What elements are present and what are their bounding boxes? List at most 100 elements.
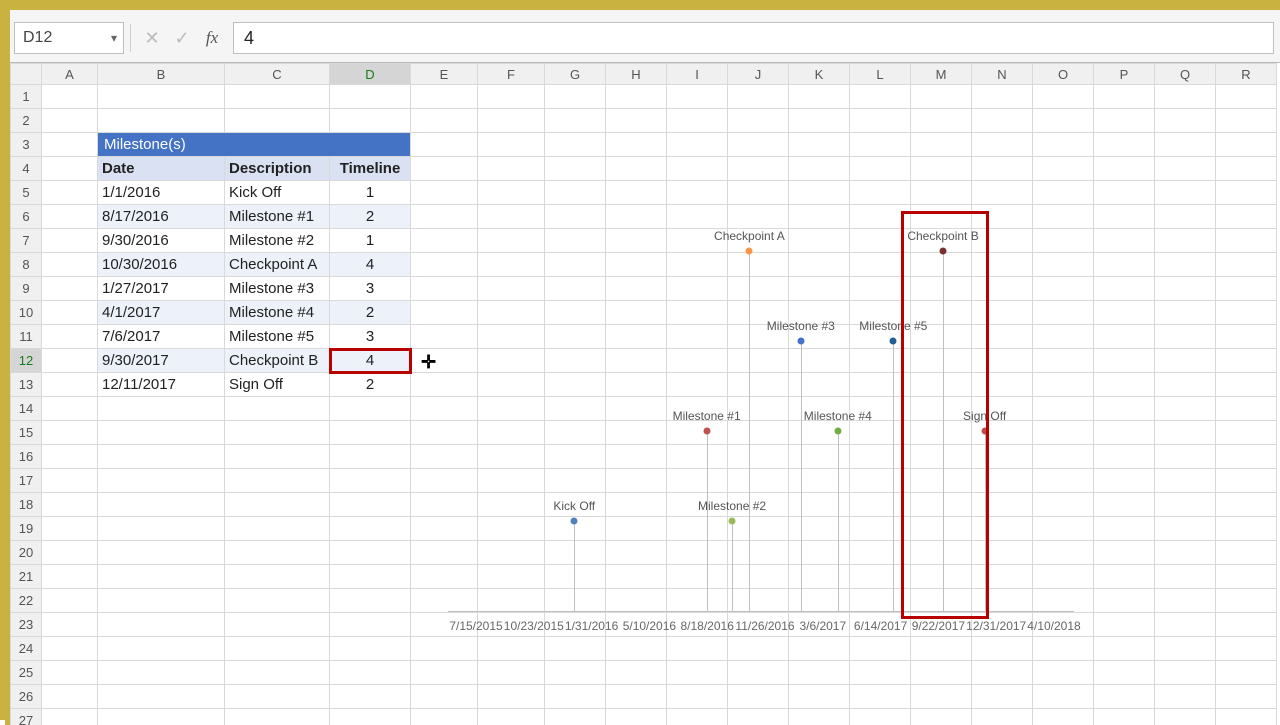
confirm-icon[interactable]: ✓	[167, 23, 197, 53]
cell-H27[interactable]	[606, 709, 667, 725]
cell-A15[interactable]	[42, 421, 98, 445]
cell-R17[interactable]	[1216, 469, 1277, 493]
cell-P17[interactable]	[1094, 469, 1155, 493]
cell-G4[interactable]	[545, 157, 606, 181]
cell-K2[interactable]	[789, 109, 850, 133]
cell-D2[interactable]	[330, 109, 411, 133]
col-head-R[interactable]: R	[1216, 64, 1277, 85]
cell-C12[interactable]: Checkpoint B	[225, 349, 330, 373]
data-point[interactable]	[981, 428, 988, 435]
cell-A5[interactable]	[42, 181, 98, 205]
cell-P10[interactable]	[1094, 301, 1155, 325]
cell-F5[interactable]	[478, 181, 545, 205]
cell-Q13[interactable]	[1155, 373, 1216, 397]
row-head-11[interactable]: 11	[11, 325, 42, 349]
cell-Q16[interactable]	[1155, 445, 1216, 469]
cell-A26[interactable]	[42, 685, 98, 709]
cell-P5[interactable]	[1094, 181, 1155, 205]
row-head-25[interactable]: 25	[11, 661, 42, 685]
col-head-E[interactable]: E	[411, 64, 478, 85]
cell-R13[interactable]	[1216, 373, 1277, 397]
row-head-16[interactable]: 16	[11, 445, 42, 469]
cell-D14[interactable]	[330, 397, 411, 421]
cell-P25[interactable]	[1094, 661, 1155, 685]
cell-P12[interactable]	[1094, 349, 1155, 373]
cell-Q1[interactable]	[1155, 85, 1216, 109]
cell-C15[interactable]	[225, 421, 330, 445]
cell-Q20[interactable]	[1155, 541, 1216, 565]
cell-R27[interactable]	[1216, 709, 1277, 725]
cell-I1[interactable]	[667, 85, 728, 109]
cell-P22[interactable]	[1094, 589, 1155, 613]
cell-Q8[interactable]	[1155, 253, 1216, 277]
cell-C25[interactable]	[225, 661, 330, 685]
cell-B12[interactable]: 9/30/2017	[98, 349, 225, 373]
cell-B14[interactable]	[98, 397, 225, 421]
cancel-icon[interactable]: ✕	[137, 23, 167, 53]
name-box[interactable]: D12 ▾	[14, 22, 124, 54]
cell-Q10[interactable]	[1155, 301, 1216, 325]
cell-Q25[interactable]	[1155, 661, 1216, 685]
cell-Q3[interactable]	[1155, 133, 1216, 157]
col-head-M[interactable]: M	[911, 64, 972, 85]
cell-Q23[interactable]	[1155, 613, 1216, 637]
cell-Q18[interactable]	[1155, 493, 1216, 517]
cell-D12[interactable]: 4	[330, 349, 411, 373]
cell-C7[interactable]: Milestone #2	[225, 229, 330, 253]
cell-M5[interactable]	[911, 181, 972, 205]
cell-A14[interactable]	[42, 397, 98, 421]
row-head-1[interactable]: 1	[11, 85, 42, 109]
cell-J1[interactable]	[728, 85, 789, 109]
cell-R6[interactable]	[1216, 205, 1277, 229]
cell-L25[interactable]	[850, 661, 911, 685]
cell-A21[interactable]	[42, 565, 98, 589]
cell-B1[interactable]	[98, 85, 225, 109]
cell-B25[interactable]	[98, 661, 225, 685]
cell-D16[interactable]	[330, 445, 411, 469]
data-point[interactable]	[834, 428, 841, 435]
cell-P24[interactable]	[1094, 637, 1155, 661]
row-head-6[interactable]: 6	[11, 205, 42, 229]
row-head-27[interactable]: 27	[11, 709, 42, 725]
cell-P26[interactable]	[1094, 685, 1155, 709]
cell-A25[interactable]	[42, 661, 98, 685]
cell-F3[interactable]	[478, 133, 545, 157]
cell-F27[interactable]	[478, 709, 545, 725]
cell-Q14[interactable]	[1155, 397, 1216, 421]
cell-Q21[interactable]	[1155, 565, 1216, 589]
cell-F2[interactable]	[478, 109, 545, 133]
cell-P20[interactable]	[1094, 541, 1155, 565]
cell-R22[interactable]	[1216, 589, 1277, 613]
cell-G5[interactable]	[545, 181, 606, 205]
cell-R14[interactable]	[1216, 397, 1277, 421]
cell-D24[interactable]	[330, 637, 411, 661]
cell-R4[interactable]	[1216, 157, 1277, 181]
cell-D10[interactable]: 2	[330, 301, 411, 325]
cell-B15[interactable]	[98, 421, 225, 445]
cell-H2[interactable]	[606, 109, 667, 133]
cell-P23[interactable]	[1094, 613, 1155, 637]
cell-K25[interactable]	[789, 661, 850, 685]
col-head-O[interactable]: O	[1033, 64, 1094, 85]
cell-A24[interactable]	[42, 637, 98, 661]
row-head-7[interactable]: 7	[11, 229, 42, 253]
cell-M26[interactable]	[911, 685, 972, 709]
cell-N2[interactable]	[972, 109, 1033, 133]
cell-D23[interactable]	[330, 613, 411, 637]
cell-C16[interactable]	[225, 445, 330, 469]
cell-R3[interactable]	[1216, 133, 1277, 157]
cell-H26[interactable]	[606, 685, 667, 709]
fx-icon[interactable]: fx	[197, 23, 227, 53]
cell-E4[interactable]	[411, 157, 478, 181]
cell-C14[interactable]	[225, 397, 330, 421]
row-head-14[interactable]: 14	[11, 397, 42, 421]
col-head-F[interactable]: F	[478, 64, 545, 85]
cell-Q26[interactable]	[1155, 685, 1216, 709]
cell-P14[interactable]	[1094, 397, 1155, 421]
cell-B7[interactable]: 9/30/2016	[98, 229, 225, 253]
cell-A7[interactable]	[42, 229, 98, 253]
cell-Q7[interactable]	[1155, 229, 1216, 253]
cell-D9[interactable]: 3	[330, 277, 411, 301]
col-head-H[interactable]: H	[606, 64, 667, 85]
cell-J5[interactable]	[728, 181, 789, 205]
